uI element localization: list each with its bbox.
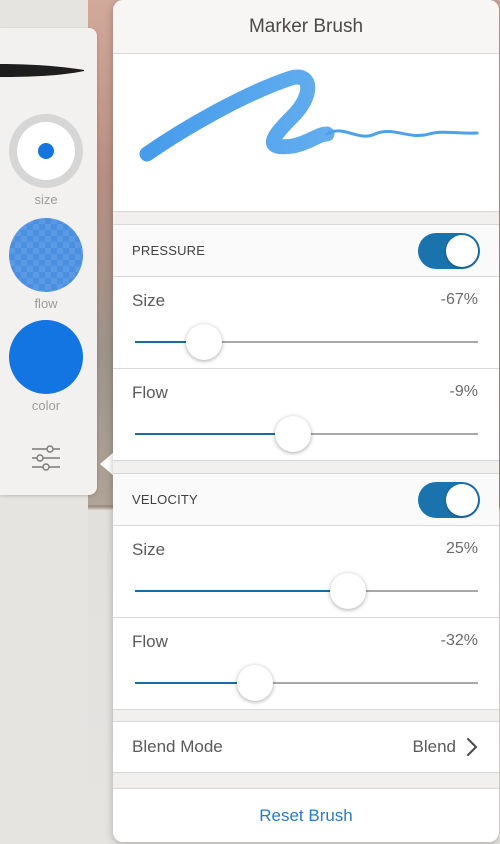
size-tool[interactable]: size — [0, 114, 92, 207]
chevron-right-icon — [467, 738, 477, 756]
velocity-toggle[interactable] — [418, 481, 480, 518]
pressure-toggle[interactable] — [418, 232, 480, 269]
flow-swatch-icon[interactable] — [9, 218, 83, 292]
velocity-toggle-row: VELOCITY — [113, 474, 499, 526]
size-label: size — [34, 192, 58, 207]
flow-label: flow — [34, 296, 58, 311]
velocity-flow-row: Flow -32% — [113, 618, 499, 710]
velocity-size-slider[interactable] — [135, 573, 478, 609]
pressure-size-thumb[interactable] — [185, 324, 222, 360]
sliders-icon[interactable] — [30, 444, 62, 472]
pressure-flow-value: -9% — [449, 383, 478, 400]
brush-preview-icon[interactable] — [0, 58, 92, 82]
color-label: color — [31, 398, 61, 413]
pressure-size-row: Size -67% — [113, 277, 499, 369]
velocity-label: VELOCITY — [132, 492, 198, 507]
pressure-size-label: Size — [132, 291, 166, 310]
size-icon[interactable] — [9, 114, 83, 188]
velocity-flow-value: -32% — [440, 632, 478, 649]
velocity-size-row: Size 25% — [113, 526, 499, 618]
velocity-size-thumb[interactable] — [329, 573, 366, 609]
velocity-flow-label: Flow — [132, 632, 168, 651]
pressure-size-value: -67% — [440, 291, 478, 308]
color-swatch-icon[interactable] — [9, 320, 83, 394]
stroke-preview-icon — [139, 69, 479, 162]
pressure-toggle-row: PRESSURE — [113, 225, 499, 277]
velocity-size-label: Size — [132, 540, 166, 559]
velocity-flow-slider[interactable] — [135, 665, 478, 701]
brush-settings-panel: Marker Brush PRESSURE Size -67% Flow -9%… — [113, 0, 499, 842]
pressure-flow-slider[interactable] — [135, 416, 478, 452]
app-root: size flow color Marker Brush PRESSURE Si… — [0, 0, 500, 844]
pressure-flow-row: Flow -9% — [113, 369, 499, 461]
pressure-label: PRESSURE — [132, 243, 206, 258]
reset-brush-button[interactable]: Reset Brush — [113, 788, 499, 842]
stroke-preview — [113, 54, 499, 212]
blend-mode-label: Blend Mode — [132, 737, 223, 756]
popover-arrow — [100, 452, 114, 476]
flow-tool[interactable]: flow — [0, 218, 92, 311]
blend-mode-value: Blend — [412, 737, 456, 756]
pressure-flow-label: Flow — [132, 383, 168, 402]
velocity-flow-thumb[interactable] — [237, 665, 274, 701]
velocity-size-value: 25% — [445, 540, 478, 557]
pressure-flow-thumb[interactable] — [274, 416, 311, 452]
pressure-size-slider[interactable] — [135, 324, 478, 360]
tool-strip: size flow color — [0, 28, 97, 495]
blend-mode-row[interactable]: Blend Mode Blend — [113, 721, 499, 773]
color-tool[interactable]: color — [0, 320, 92, 413]
panel-title: Marker Brush — [113, 0, 499, 54]
